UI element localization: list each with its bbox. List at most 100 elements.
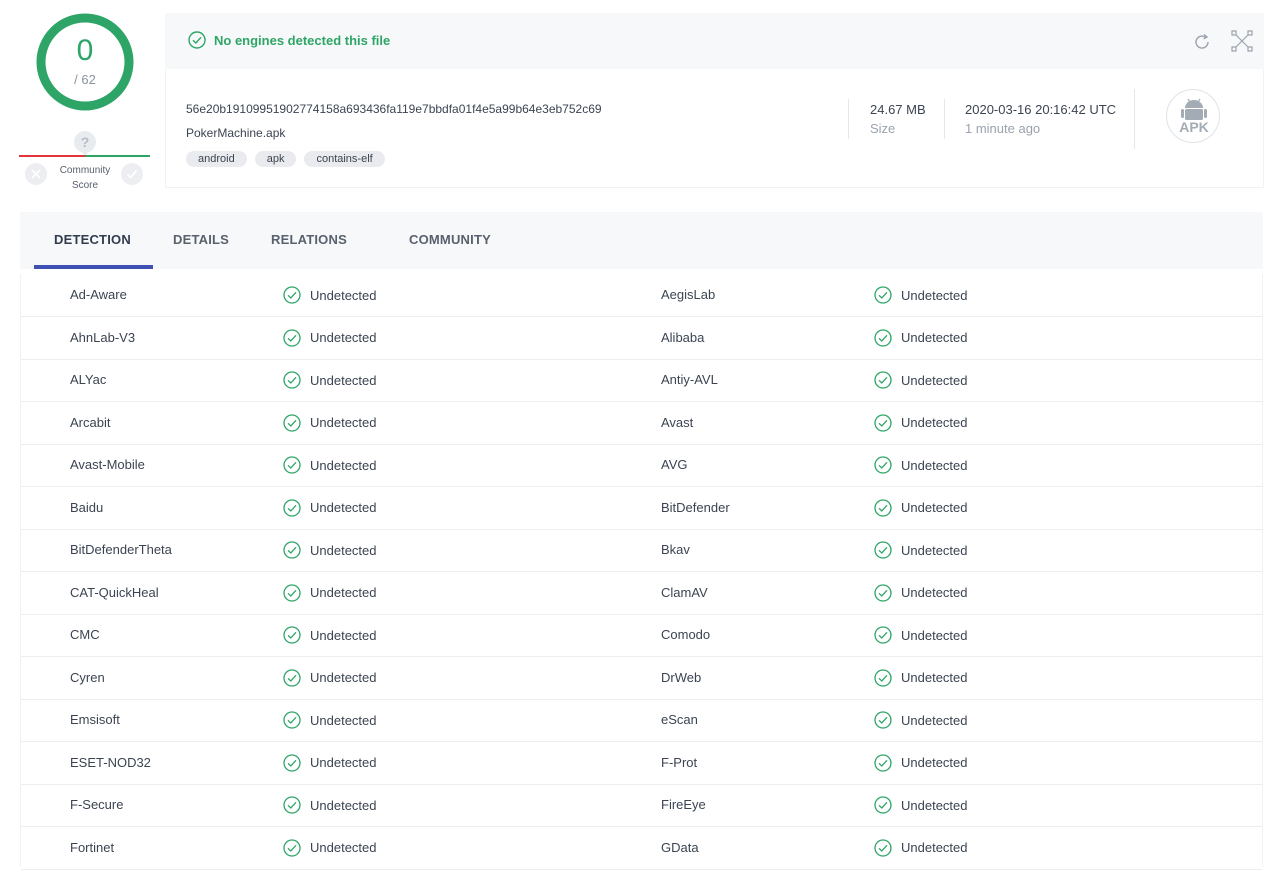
engine-name[interactable]: Cyren [70, 657, 105, 699]
engine-name[interactable]: F-Prot [661, 742, 697, 784]
detection-result: Undetected [283, 614, 377, 656]
engine-name[interactable]: BitDefender [661, 487, 730, 529]
detection-result: Undetected [874, 487, 968, 529]
table-row: CAT-QuickHeal Undetected ClamAV Undetected [21, 572, 1262, 615]
detection-result: Undetected [283, 572, 377, 614]
detection-result: Undetected [283, 699, 377, 741]
engine-name[interactable]: FireEye [661, 784, 706, 826]
reanalyze-button[interactable] [1191, 31, 1213, 58]
similar-icon [1231, 30, 1253, 52]
result-label: Undetected [310, 840, 377, 855]
engine-name[interactable]: AegisLab [661, 274, 715, 316]
file-type-badge: APK [1166, 89, 1220, 143]
check-circle-icon [874, 626, 892, 644]
tag-contains-elf[interactable]: contains-elf [304, 151, 385, 167]
engine-name[interactable]: Avast [661, 402, 693, 444]
engine-name[interactable]: Avast-Mobile [70, 444, 145, 486]
table-row: Fortinet Undetected GData Undetected [21, 827, 1262, 870]
file-name: PokerMachine.apk [186, 126, 286, 140]
engine-name[interactable]: Antiy-AVL [661, 359, 718, 401]
detection-result: Undetected [283, 827, 377, 869]
result-label: Undetected [901, 372, 968, 388]
result-label: Undetected [310, 542, 377, 558]
detection-result: Undetected [874, 614, 968, 656]
detection-result: Undetected [874, 402, 968, 444]
result-label: Undetected [901, 670, 968, 685]
table-row: ESET-NOD32 Undetected F-Prot Undetected [21, 742, 1262, 785]
engine-name[interactable]: Baidu [70, 487, 103, 529]
engine-name[interactable]: Emsisoft [70, 699, 120, 741]
table-row: Baidu Undetected BitDefender Undetected [21, 487, 1262, 530]
active-tab-indicator [34, 265, 153, 269]
divider [848, 99, 849, 139]
community-label-line2: Score [71, 180, 99, 191]
file-type-label: APK [1179, 119, 1209, 135]
tab-details[interactable]: DETAILS [173, 232, 229, 247]
tag-apk[interactable]: apk [254, 151, 297, 167]
engine-name[interactable]: AhnLab-V3 [70, 317, 135, 359]
engine-name[interactable]: CAT-QuickHeal [70, 572, 159, 614]
tab-community[interactable]: COMMUNITY [409, 232, 491, 247]
detection-result: Undetected [874, 444, 968, 486]
community-score-label: Community Score [50, 163, 120, 193]
similar-files-button[interactable] [1230, 29, 1254, 58]
engine-name[interactable]: CMC [70, 614, 100, 656]
check-circle-icon [283, 711, 301, 729]
result-label: Undetected [901, 840, 968, 855]
analysis-date-value: 2020-03-16 20:16:42 UTC [965, 102, 1117, 117]
engine-name[interactable]: Bkav [661, 529, 690, 571]
tag-android[interactable]: android [186, 151, 247, 167]
result-label: Undetected [310, 627, 377, 643]
check-circle-icon [283, 838, 301, 857]
detection-result: Undetected [874, 699, 968, 741]
check-circle-icon [283, 583, 301, 602]
check-circle-icon [283, 371, 301, 389]
result-label: Undetected [310, 287, 377, 303]
result-label: Undetected [310, 372, 377, 388]
file-hash[interactable]: 56e20b19109951902774158a693436fa119e7bbd… [186, 102, 602, 116]
detection-count: 0 [76, 34, 94, 67]
detection-result: Undetected [283, 359, 377, 401]
table-row: Emsisoft Undetected eScan Undetected [21, 699, 1262, 742]
file-size-value: 24.67 MB [870, 102, 926, 117]
engine-name[interactable]: DrWeb [661, 657, 701, 699]
engine-name[interactable]: ClamAV [661, 572, 708, 614]
check-circle-icon [188, 31, 206, 49]
vote-harmless-button[interactable] [121, 163, 143, 185]
check-circle-icon [874, 753, 892, 772]
detection-result: Undetected [874, 529, 968, 571]
community-label-line1: Community [59, 165, 111, 176]
tab-bar: DETECTION DETAILS RELATIONS COMMUNITY [20, 212, 1263, 269]
engine-name[interactable]: Ad-Aware [70, 274, 127, 316]
engine-name[interactable]: eScan [661, 699, 698, 741]
engine-name[interactable]: Arcabit [70, 402, 110, 444]
check-circle-icon [874, 328, 892, 347]
detection-result: Undetected [283, 487, 377, 529]
vote-harmful-button[interactable] [25, 163, 47, 185]
engine-name[interactable]: Fortinet [70, 827, 114, 869]
result-label: Undetected [901, 797, 968, 813]
result-label: Undetected [901, 500, 968, 515]
engine-name[interactable]: GData [661, 827, 699, 869]
divider [944, 99, 945, 139]
engine-name[interactable]: BitDefenderTheta [70, 529, 172, 571]
table-row: ALYac Undetected Antiy-AVL Undetected [21, 359, 1262, 402]
check-circle-icon [874, 498, 892, 517]
check-circle-icon [283, 541, 301, 559]
divider [1134, 89, 1135, 149]
close-icon [31, 169, 41, 179]
engine-name[interactable]: F-Secure [70, 784, 123, 826]
engine-name[interactable]: AVG [661, 444, 688, 486]
detection-result: Undetected [874, 827, 968, 869]
engine-name[interactable]: ESET-NOD32 [70, 742, 151, 784]
result-label: Undetected [310, 330, 377, 345]
engine-name[interactable]: Alibaba [661, 317, 704, 359]
tab-detection[interactable]: DETECTION [54, 232, 131, 247]
result-label: Undetected [901, 627, 968, 643]
result-label: Undetected [310, 797, 377, 813]
engine-name[interactable]: Comodo [661, 614, 710, 656]
check-circle-icon [283, 796, 301, 814]
tab-relations[interactable]: RELATIONS [271, 232, 347, 247]
engine-name[interactable]: ALYac [70, 359, 106, 401]
detection-result: Undetected [283, 402, 377, 444]
